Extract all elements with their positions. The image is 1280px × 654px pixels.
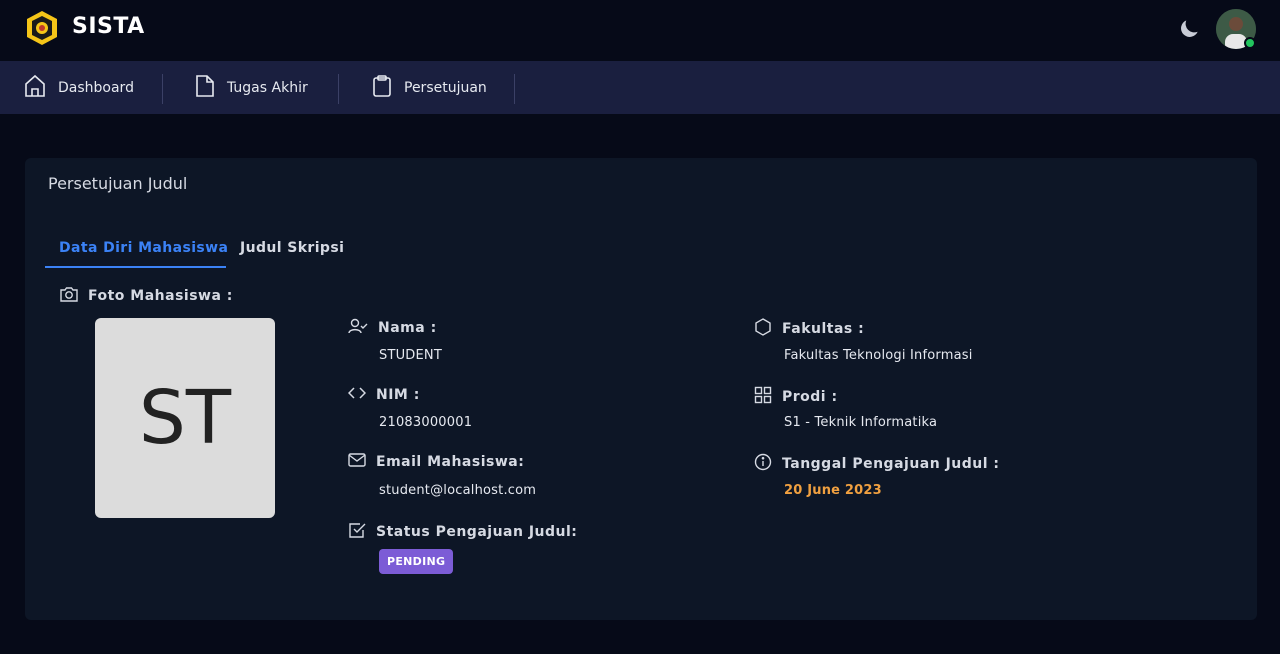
clipboard-icon (372, 74, 392, 102)
info-icon (754, 453, 772, 475)
nim-label: NIM : (376, 387, 420, 403)
status-badge: PENDING (379, 549, 454, 574)
status-label: Status Pengajuan Judul: (376, 524, 578, 540)
student-initials: ST (138, 375, 232, 461)
camera-icon (60, 286, 78, 306)
nav-item-label: Dashboard (58, 79, 134, 96)
top-bar: SISTA (0, 0, 1280, 61)
approval-card: Persetujuan Judul Data Diri Mahasiswa Ju… (25, 158, 1257, 620)
nav-item-persetujuan[interactable]: Persetujuan (372, 61, 487, 114)
fakultas-label: Fakultas : (782, 321, 865, 337)
app-brand[interactable]: SISTA (72, 14, 145, 39)
active-tab-indicator (45, 266, 226, 268)
code-icon (347, 386, 367, 404)
moon-icon[interactable] (1176, 16, 1202, 42)
email-heading: Email Mahasiswa: (348, 453, 524, 471)
student-photo-placeholder: ST (95, 318, 275, 518)
nav-divider (162, 74, 163, 104)
user-check-icon (348, 318, 368, 338)
nav-divider (338, 74, 339, 104)
nama-heading: Nama : (348, 318, 437, 338)
nav-item-dashboard[interactable]: Dashboard (24, 61, 134, 114)
grid-icon (754, 386, 772, 408)
nim-heading: NIM : (347, 386, 420, 404)
nav-divider (514, 74, 515, 104)
prodi-heading: Prodi : (754, 386, 838, 408)
checkbox-icon (348, 521, 366, 543)
prodi-value: S1 - Teknik Informatika (784, 415, 938, 430)
file-icon (195, 74, 215, 102)
nama-label: Nama : (378, 320, 437, 336)
email-label: Email Mahasiswa: (376, 454, 525, 470)
home-icon (24, 74, 46, 102)
mail-icon (348, 453, 366, 471)
card-title: Persetujuan Judul (48, 174, 188, 193)
nav-item-label: Tugas Akhir (227, 79, 308, 96)
nim-value: 21083000001 (379, 415, 473, 430)
status-heading: Status Pengajuan Judul: (348, 521, 577, 543)
photo-heading: Foto Mahasiswa : (60, 286, 233, 306)
hexagon-icon (754, 318, 772, 340)
nama-value: STUDENT (379, 348, 442, 363)
tab-data-diri-mahasiswa[interactable]: Data Diri Mahasiswa (59, 240, 228, 256)
main-navbar: Dashboard Tugas Akhir Persetujuan (0, 61, 1280, 114)
email-value: student@localhost.com (379, 483, 537, 498)
photo-label: Foto Mahasiswa : (88, 288, 233, 304)
university-logo[interactable] (24, 10, 60, 46)
tab-judul-skripsi[interactable]: Judul Skripsi (240, 240, 344, 256)
online-status-dot (1244, 37, 1256, 49)
prodi-label: Prodi : (782, 389, 838, 405)
tanggal-label: Tanggal Pengajuan Judul : (782, 456, 1000, 472)
tanggal-heading: Tanggal Pengajuan Judul : (754, 453, 1000, 475)
tanggal-value: 20 June 2023 (784, 483, 882, 498)
fakultas-value: Fakultas Teknologi Informasi (784, 348, 973, 363)
fakultas-heading: Fakultas : (754, 318, 864, 340)
nav-item-tugas-akhir[interactable]: Tugas Akhir (195, 61, 308, 114)
nav-item-label: Persetujuan (404, 79, 487, 96)
